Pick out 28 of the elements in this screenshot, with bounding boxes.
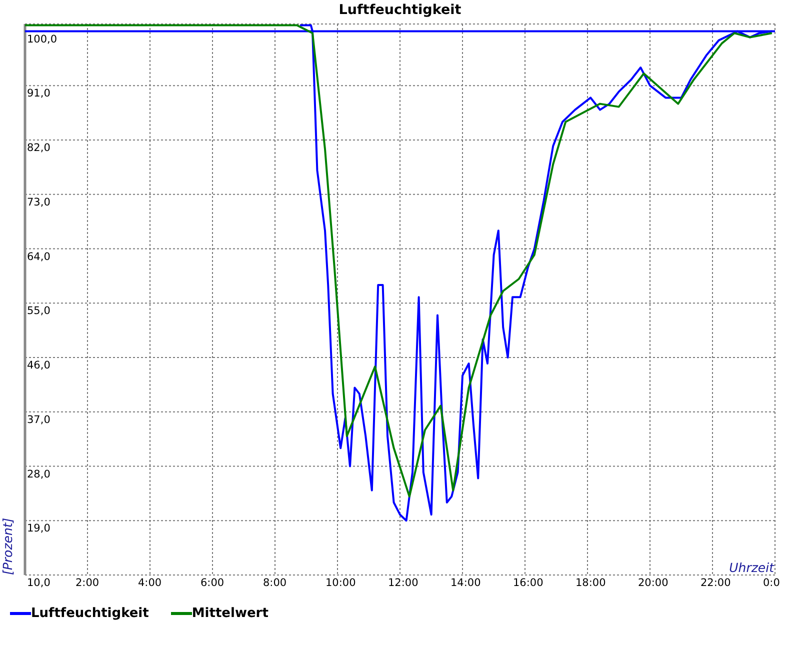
axis-tick-label: 16:00 bbox=[513, 577, 544, 589]
axis-tick-label: 64,0 bbox=[27, 250, 50, 263]
axis-tick-label: 37,0 bbox=[27, 414, 50, 426]
axis-tick-label: 6:00 bbox=[200, 577, 224, 589]
axis-tick-label: 10,0 bbox=[27, 577, 50, 589]
legend-label: Mittelwert bbox=[192, 605, 268, 623]
axis-tick-label: 4:00 bbox=[138, 577, 162, 589]
axis-tick-label: 22:00 bbox=[700, 577, 731, 589]
chart-title: Luftfeuchtigkeit bbox=[338, 2, 462, 18]
axis-tick-label: 18:00 bbox=[576, 577, 606, 589]
axis-title: [Prozent] bbox=[0, 518, 15, 575]
axis-tick-label: 14:00 bbox=[450, 577, 481, 589]
axis-tick-label: 10:00 bbox=[326, 577, 356, 589]
axis-tick-label: 28,0 bbox=[27, 468, 50, 480]
legend-label: Luftfeuchtigkeit bbox=[31, 605, 149, 623]
axis-tick-label: 82,0 bbox=[27, 142, 50, 154]
axis-tick-label: 55,0 bbox=[27, 305, 50, 318]
axis-tick-label: 12:00 bbox=[388, 577, 418, 589]
axis-tick-label: 20:00 bbox=[638, 577, 668, 589]
axis-tick-label: 46,0 bbox=[27, 360, 50, 372]
axis-tick-label: 8:00 bbox=[263, 577, 287, 589]
axis-tick-label: 0:0 bbox=[763, 577, 780, 589]
axis-tick-label: 2:00 bbox=[76, 577, 100, 589]
axis-tick-label: 100,0 bbox=[27, 33, 58, 46]
axis-title: Uhrzeit bbox=[729, 560, 774, 575]
axis-tick-label: 73,0 bbox=[27, 196, 50, 208]
axis-tick-label: 91,0 bbox=[27, 88, 50, 100]
axis-tick-label: 19,0 bbox=[27, 522, 50, 535]
